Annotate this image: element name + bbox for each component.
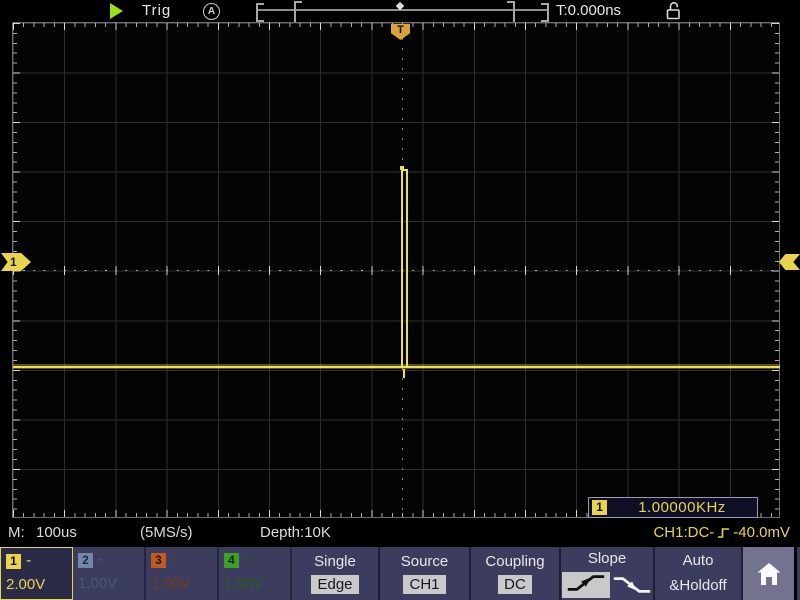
hpos-inner-right-bracket-icon [507,1,515,24]
freq-counter-value: 1.00000KHz [607,499,757,516]
run-state-play-icon [110,3,123,19]
memory-depth: Depth:10K [260,524,331,541]
falling-slope-icon[interactable] [612,575,652,595]
channel-4-cell[interactable]: 4 - 1.00V [219,547,292,600]
channel-4-badge: 4 [224,553,239,568]
slope-label: Slope [588,550,626,567]
trigger-time-offset: T:0.000ns [556,2,621,19]
frequency-counter-box: 1 1.00000KHz [588,497,758,518]
coupling-label: Coupling [485,553,544,570]
trigger-level-value: -40.0mV [733,524,790,541]
coupling-value: DC [498,575,532,594]
channel-2-badge: 2 [78,553,93,568]
auto-label: Auto [683,551,714,571]
menu-source-button[interactable]: Source CH1 [380,547,471,600]
menu-auto-holdoff-button[interactable]: Auto &Holdoff [655,547,743,600]
channel-4-scale: 1.00V [224,575,285,592]
trigger-level-arrow-icon[interactable] [779,254,800,270]
trigger-source-coupling: CH1:DC- [653,524,714,541]
trig-status-label: Trig [142,2,171,19]
ch1-trace-pulse-falling-edge [406,170,408,368]
waveform-display-graticule [12,22,780,518]
hpos-outer-right-bracket-icon [541,3,549,22]
menu-trigger-mode-button[interactable]: Single Edge [292,547,380,600]
channel-3-coupling-dash: - [171,551,176,569]
oscilloscope-screen: { "top_bar": { "trig_label": "Trig", "au… [0,0,800,600]
ch1-trace-pulse-rising-edge [401,170,403,368]
channel-3-scale: 1.00V [151,575,212,592]
channel-3-badge: 3 [151,553,166,568]
channel-3-cell[interactable]: 3 - 1.00V [146,547,219,600]
channel-2-coupling-dash: - [98,551,103,569]
soft-menu-bar: 1 - 2.00V 2 - 1.00V 3 - 1.00V 4 - 1.00V … [0,547,800,600]
timebase-value: 100us [36,524,77,541]
channel-1-coupling-dash: - [26,552,31,570]
unlocked-padlock-icon [666,1,681,20]
trigger-readout: CH1:DC- -40.0mV [653,524,790,541]
rising-edge-icon [717,526,730,540]
source-label: Source [401,553,449,570]
top-status-bar: Trig A T:0.000ns [0,0,800,22]
ch1-trace-baseline [13,366,780,368]
home-icon [755,560,783,588]
menu-slope-button[interactable]: Slope [561,547,655,600]
slope-rising-selected[interactable] [562,572,610,598]
channel-4-coupling-dash: - [244,551,249,569]
channel-2-scale: 1.00V [78,575,139,592]
ch1-trace-undershoot [403,369,405,378]
holdoff-label: &Holdoff [669,576,726,596]
home-button[interactable] [743,547,794,600]
auto-trigger-icon: A [203,3,220,20]
channel-1-badge: 1 [6,554,21,569]
bottom-status-bar: M: 100us (5MS/s) Depth:10K CH1:DC- -40.0… [0,518,800,547]
channel-1-cell[interactable]: 1 - 2.00V [0,547,73,600]
channel-2-cell[interactable]: 2 - 1.00V [73,547,146,600]
menu-coupling-button[interactable]: Coupling DC [471,547,561,600]
trigger-mode-label: Single [314,553,356,570]
timebase-label: M: [8,524,25,541]
freq-counter-channel-badge: 1 [592,500,607,515]
menu-endcap [794,547,797,600]
trigger-mode-value: Edge [311,575,358,594]
ch1-trace-overshoot [400,166,404,170]
sample-rate: (5MS/s) [140,524,193,541]
rising-slope-icon [564,573,608,593]
channel-1-scale: 2.00V [6,576,67,593]
hpos-inner-left-bracket-icon [294,1,302,24]
hpos-outer-left-bracket-icon [256,3,264,22]
source-value: CH1 [403,575,445,594]
center-axis-dashed-line [13,270,779,271]
